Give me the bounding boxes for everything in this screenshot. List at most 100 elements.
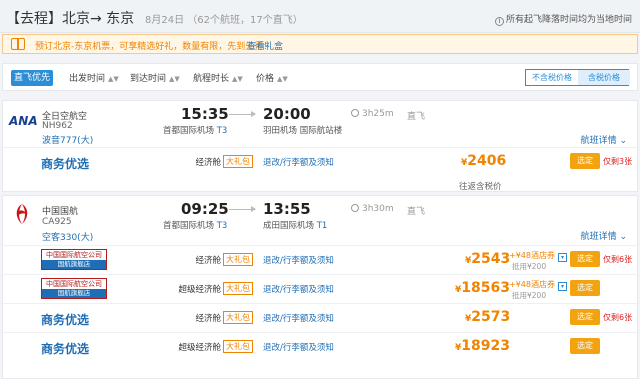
- info-icon: i: [494, 17, 504, 26]
- chevron-down-icon: ⌄: [619, 232, 627, 242]
- air-china-store-name: 中国国际航空公司: [46, 251, 102, 259]
- select-fare-button[interactable]: 选定: [570, 251, 600, 267]
- rules-link[interactable]: 退改/行李额及须知: [263, 341, 334, 353]
- rules-link[interactable]: 退改/行李额及须知: [263, 312, 334, 324]
- rules-link[interactable]: 退改/行李额及须知: [263, 156, 334, 168]
- departure-airport: 首都国际机场 T3: [163, 219, 227, 231]
- sort-arrival-label: 到达时间: [130, 74, 167, 84]
- sort-arrows-icon: ▲▼: [232, 75, 243, 83]
- seats-left: 仅剩3张: [603, 157, 633, 166]
- cabin-class: 超级经济舱: [178, 285, 221, 295]
- flight-card: 中国国航 CA925 空客330(大) 09:25 首都国际机场 T3 13:5…: [2, 195, 638, 379]
- arrival-airport: 羽田机场 国际航站楼: [263, 126, 343, 136]
- flight-duration: 3h30m: [351, 204, 394, 214]
- sort-departure-time[interactable]: 出发时间 ▲▼: [69, 71, 119, 84]
- arrival-airport-name: 成田国际机场: [263, 221, 315, 231]
- rules-link[interactable]: 退改/行李额及须知: [263, 283, 334, 295]
- gift-badge[interactable]: 大礼包: [223, 282, 253, 295]
- gift-badge[interactable]: 大礼包: [223, 155, 253, 168]
- air-china-store-badge: 中国国际航空公司 国航旗舰店: [41, 249, 107, 270]
- sort-arrival-time[interactable]: 到达时间 ▲▼: [130, 71, 180, 84]
- arrival-airport: 成田国际机场 T1: [263, 219, 327, 231]
- price-excl-tax-option[interactable]: 不含税价格: [526, 70, 578, 85]
- arrival-terminal: T1: [316, 221, 328, 231]
- aircraft-type[interactable]: 空客330(大): [42, 230, 93, 243]
- clock-icon: [351, 204, 359, 212]
- promo-text: 预订北京-东京机票，可享精选好礼，数量有限，先到先得！: [35, 42, 273, 52]
- gift-badge[interactable]: 大礼包: [223, 340, 253, 353]
- fare-price-value: 2406: [467, 153, 507, 169]
- business-select-brand: 商务优选: [41, 342, 90, 356]
- select-fare-button[interactable]: 选定: [570, 280, 600, 296]
- flight-duration: 3h25m: [351, 109, 394, 119]
- fare-price-value: 2573: [471, 309, 511, 325]
- view-gift-link[interactable]: 查看礼盒: [247, 39, 283, 52]
- fare-price: ¥2406: [461, 153, 506, 169]
- departure-airport: 首都国际机场 T3: [163, 124, 227, 136]
- sort-bar: 直飞优先 出发时间 ▲▼ 到达时间 ▲▼ 航程时长 ▲▼ 价格 ▲▼ 不含税价格 含税价…: [2, 63, 638, 91]
- route-arrow-icon: [229, 206, 256, 212]
- sort-arrows-icon: ▲▼: [169, 75, 180, 83]
- air-china-store-badge: 中国国际航空公司 国航旗舰店: [41, 278, 107, 299]
- air-china-logo: [16, 204, 28, 224]
- flight-detail-label: 航班详情: [580, 232, 617, 242]
- departure-terminal: T3: [216, 221, 228, 231]
- fare-price: ¥18563: [455, 280, 510, 296]
- price-incl-tax-option[interactable]: 含税价格: [578, 70, 630, 85]
- fare-price-value: 2543: [471, 251, 511, 267]
- trip-header: 【去程】 北京→ 东京 8月24日 （62个航班，17个直飞） i 所有起飞降落时…: [0, 0, 640, 33]
- sort-price[interactable]: 价格 ▲▼: [256, 71, 288, 84]
- fare-price: ¥2543: [465, 251, 510, 267]
- chevron-down-icon: ⌄: [619, 136, 627, 146]
- select-fare-button[interactable]: 选定: [570, 153, 600, 169]
- cabin-class: 经济舱: [195, 256, 221, 266]
- cabin-class: 超级经济舱: [178, 343, 221, 353]
- airline-name: 中国国航: [42, 207, 79, 217]
- seats-left: 仅剩6张: [603, 255, 633, 264]
- flight-number: CA925: [42, 217, 72, 227]
- duration-text: 3h30m: [362, 204, 394, 214]
- flight-detail-link[interactable]: 航班详情 ⌄: [581, 229, 627, 242]
- aircraft-type[interactable]: 波音777(大): [42, 133, 93, 146]
- sort-duration-label: 航程时长: [193, 74, 230, 84]
- clock-icon: [351, 109, 359, 117]
- departure-airport-name: 首都国际机场: [163, 221, 215, 231]
- coupon-dropdown-icon[interactable]: ▾: [558, 282, 567, 291]
- cabin-class: 经济舱: [195, 314, 221, 324]
- sort-duration[interactable]: 航程时长 ▲▼: [193, 71, 243, 84]
- rules-link[interactable]: 退改/行李额及须知: [263, 254, 334, 266]
- date-info: 8月24日 （62个航班，17个直飞）: [145, 15, 303, 26]
- promo-banner: 预订北京-东京机票，可享精选好礼，数量有限，先到先得！ 查看礼盒: [2, 34, 638, 54]
- sort-departure-label: 出发时间: [69, 74, 106, 84]
- arrival-time: 13:55: [263, 200, 311, 218]
- flight-number: NH962: [42, 121, 73, 131]
- fare-row: 商务优选 超级经济舱 大礼包 退改/行李额及须知 ¥18923 选定: [3, 332, 637, 360]
- flight-detail-label: 航班详情: [580, 136, 617, 146]
- departure-airport-name: 首都国际机场: [163, 126, 215, 136]
- select-fare-button[interactable]: 选定: [570, 338, 600, 354]
- gift-badge[interactable]: 大礼包: [223, 253, 253, 266]
- select-fare-button[interactable]: 选定: [570, 309, 600, 325]
- air-china-store-name: 中国国际航空公司: [46, 280, 102, 288]
- departure-terminal: T3: [216, 126, 228, 136]
- seats-left: 仅剩6张: [603, 313, 633, 322]
- price-toggle: 不含税价格 含税价格: [525, 69, 630, 86]
- fare-price-value: 18923: [461, 338, 510, 354]
- flight-detail-link[interactable]: 航班详情 ⌄: [581, 133, 627, 146]
- gift-badge[interactable]: 大礼包: [223, 311, 253, 324]
- tax-note: 往返含税价: [459, 182, 502, 192]
- nonstop-label: 直飞: [407, 112, 426, 122]
- gift-icon: [11, 38, 25, 50]
- ana-logo: ANA: [9, 114, 38, 128]
- sort-direct-first[interactable]: 直飞优先: [11, 70, 53, 86]
- arrival-time: 20:00: [263, 105, 311, 123]
- hotel-coupon-value: 抵用¥200: [512, 262, 547, 271]
- sort-price-label: 价格: [256, 74, 275, 84]
- business-select-brand: 商务优选: [41, 313, 90, 327]
- fare-price: ¥2573: [465, 309, 510, 325]
- hotel-coupon: +¥48酒店券: [509, 280, 555, 289]
- fare-row: 中国国际航空公司 国航旗舰店 超级经济舱 大礼包 退改/行李额及须知 ¥1856…: [3, 274, 637, 302]
- coupon-dropdown-icon[interactable]: ▾: [558, 253, 567, 262]
- fare-price-value: 18563: [461, 280, 510, 296]
- cabin-class: 经济舱: [195, 158, 221, 168]
